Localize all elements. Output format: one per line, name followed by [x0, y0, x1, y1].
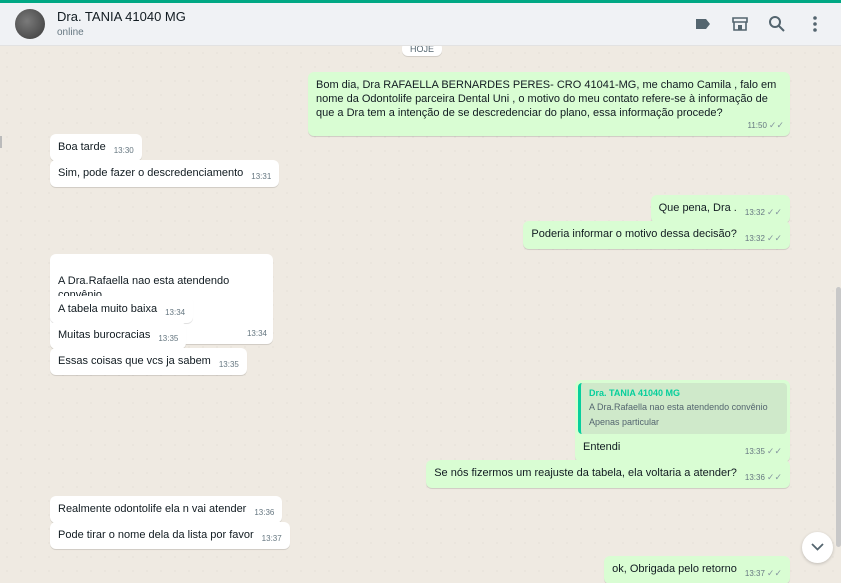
message-text: A tabela muito baixa	[58, 303, 158, 315]
scrollbar[interactable]	[836, 287, 841, 547]
message-time: 13:36	[254, 508, 275, 517]
message-text: Poderia informar o motivo dessa decisão?	[531, 228, 737, 240]
message-incoming[interactable]: Sim, pode fazer o descredenciamento 13:3…	[50, 160, 280, 187]
double-check-icon: ✓✓	[768, 120, 784, 130]
message-text: Se nós fizermos um reajuste da tabela, e…	[434, 467, 737, 479]
message-time: 13:37	[261, 534, 282, 543]
message-incoming[interactable]: Essas coisas que vcs ja sabem 13:35	[50, 348, 247, 375]
message-incoming[interactable]: Muitas burocracias 13:35	[50, 322, 187, 349]
message-outgoing[interactable]: Que pena, Dra . 13:32 ✓✓	[650, 195, 790, 223]
message-meta: 13:32 ✓✓	[744, 233, 782, 243]
message-list: HOJE Bom dia, Dra RAFAELLA BERNARDES PER…	[0, 46, 841, 583]
message-outgoing[interactable]: Bom dia, Dra RAFAELLA BERNARDES PERES- C…	[308, 72, 790, 136]
avatar[interactable]	[15, 9, 45, 39]
message-text: Entendi	[583, 441, 621, 453]
label-icon[interactable]	[694, 15, 712, 33]
message-text: Bom dia, Dra RAFAELLA BERNARDES PERES- C…	[316, 79, 777, 119]
double-check-icon: ✓✓	[766, 207, 782, 217]
double-check-icon: ✓✓	[766, 233, 782, 243]
message-time: 13:34	[165, 308, 186, 317]
message-outgoing[interactable]: Poderia informar o motivo dessa decisão?…	[523, 221, 790, 249]
message-incoming[interactable]: Realmente odontolife ela n vai atender 1…	[50, 496, 283, 523]
message-outgoing[interactable]: Se nós fizermos um reajuste da tabela, e…	[426, 460, 790, 488]
message-outgoing-reply[interactable]: Dra. TANIA 41040 MG A Dra.Rafaella nao e…	[575, 380, 790, 462]
quoted-text: A Dra.Rafaella nao esta atendendo convên…	[589, 402, 768, 427]
message-outgoing[interactable]: ok, Obrigada pelo retorno 13:37 ✓✓	[604, 556, 790, 583]
message-meta: 13:37 ✓✓	[744, 568, 782, 578]
scroll-to-bottom-button[interactable]	[802, 532, 833, 563]
double-check-icon: ✓✓	[766, 446, 782, 456]
date-divider: HOJE	[402, 46, 443, 56]
contact-status: online	[57, 27, 84, 38]
message-time: 13:30	[113, 146, 134, 155]
chevron-down-icon	[811, 543, 824, 551]
search-icon[interactable]	[768, 15, 786, 33]
message-text: Que pena, Dra .	[658, 202, 737, 214]
message-time: 13:35	[218, 360, 239, 369]
message-incoming[interactable]: Boa tarde 13:30	[50, 134, 142, 161]
chat-header: Dra. TANIA 41040 MG online	[0, 3, 841, 46]
double-check-icon: ✓✓	[766, 568, 782, 578]
message-meta: 11:50 ✓✓	[747, 120, 784, 130]
message-text: Pode tirar o nome dela da lista por favo…	[58, 529, 254, 541]
message-time: 13:34	[246, 329, 267, 338]
double-check-icon: ✓✓	[766, 472, 782, 482]
catalog-icon[interactable]	[731, 15, 749, 33]
message-incoming[interactable]: Pode tirar o nome dela da lista por favo…	[50, 522, 290, 549]
message-text: Boa tarde	[58, 141, 106, 153]
message-text: ok, Obrigada pelo retorno	[612, 563, 737, 575]
message-meta: 13:35 ✓✓	[744, 446, 782, 456]
message-incoming[interactable]: A tabela muito baixa 13:34	[50, 296, 194, 323]
message-time: 13:35	[158, 334, 179, 343]
message-meta: 13:36 ✓✓	[744, 472, 782, 482]
message-text: Sim, pode fazer o descredenciamento	[58, 167, 244, 179]
contact-name[interactable]: Dra. TANIA 41040 MG	[57, 9, 186, 24]
message-text: Realmente odontolife ela n vai atender	[58, 503, 247, 515]
message-meta: 13:32 ✓✓	[744, 207, 782, 217]
menu-icon[interactable]	[806, 15, 824, 33]
message-time: 13:31	[251, 172, 272, 181]
quoted-author: Dra. TANIA 41040 MG	[589, 388, 681, 398]
message-text: Essas coisas que vcs ja sabem	[58, 355, 211, 367]
message-text: Muitas burocracias	[58, 329, 151, 341]
edge-marker	[0, 136, 2, 148]
quoted-message[interactable]: Dra. TANIA 41040 MG A Dra.Rafaella nao e…	[578, 383, 787, 434]
